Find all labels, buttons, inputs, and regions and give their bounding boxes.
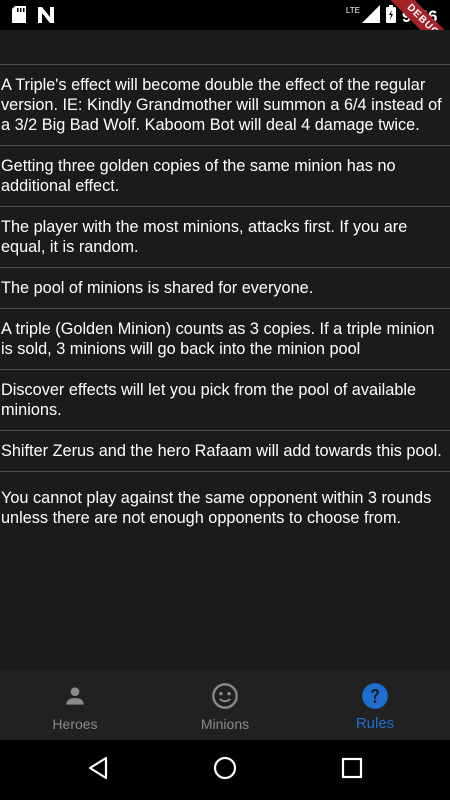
status-notifications (12, 6, 54, 28)
recents-icon (341, 757, 363, 784)
list-top-divider (0, 30, 450, 65)
nav-item-rules[interactable]: Rules (300, 670, 450, 740)
system-navigation-bar (0, 740, 450, 800)
person-icon (61, 682, 89, 710)
network-type-label: LTE (345, 6, 360, 15)
signal-icon (361, 5, 380, 28)
help-icon (361, 682, 389, 710)
rule-item: A triple (Golden Minion) counts as 3 cop… (0, 309, 450, 370)
nav-label-minions: Minions (200, 716, 250, 732)
nav-label-rules: Rules (355, 715, 395, 732)
rule-item: Shifter Zerus and the hero Rafaam will a… (0, 431, 450, 472)
face-icon (211, 682, 239, 710)
battery-icon (385, 5, 396, 28)
rule-item: Discover effects will let you pick from … (0, 370, 450, 431)
rule-item: You cannot play against the same opponen… (1, 489, 432, 527)
rule-item: Getting three golden copies of the same … (0, 146, 450, 207)
nav-label-heroes: Heroes (52, 716, 98, 732)
rule-item: The player with the most minions, attack… (0, 207, 450, 268)
bottom-navigation: Heroes Minions Rules (0, 670, 450, 740)
sd-card-icon (12, 6, 26, 28)
home-button[interactable] (205, 750, 245, 790)
back-button[interactable] (78, 750, 118, 790)
nav-item-minions[interactable]: Minions (150, 670, 300, 740)
rule-item: The pool of minions is shared for everyo… (0, 268, 450, 309)
rules-list[interactable]: A Triple's effect will become double the… (0, 30, 450, 670)
back-icon (87, 756, 109, 785)
app-notification-icon (38, 6, 54, 28)
rule-item: A Triple's effect will become double the… (0, 65, 450, 146)
nav-item-heroes[interactable]: Heroes (0, 670, 150, 740)
status-bar: LTE 9:56 DEBUG (0, 0, 450, 30)
home-icon (213, 756, 237, 785)
recents-button[interactable] (332, 750, 372, 790)
